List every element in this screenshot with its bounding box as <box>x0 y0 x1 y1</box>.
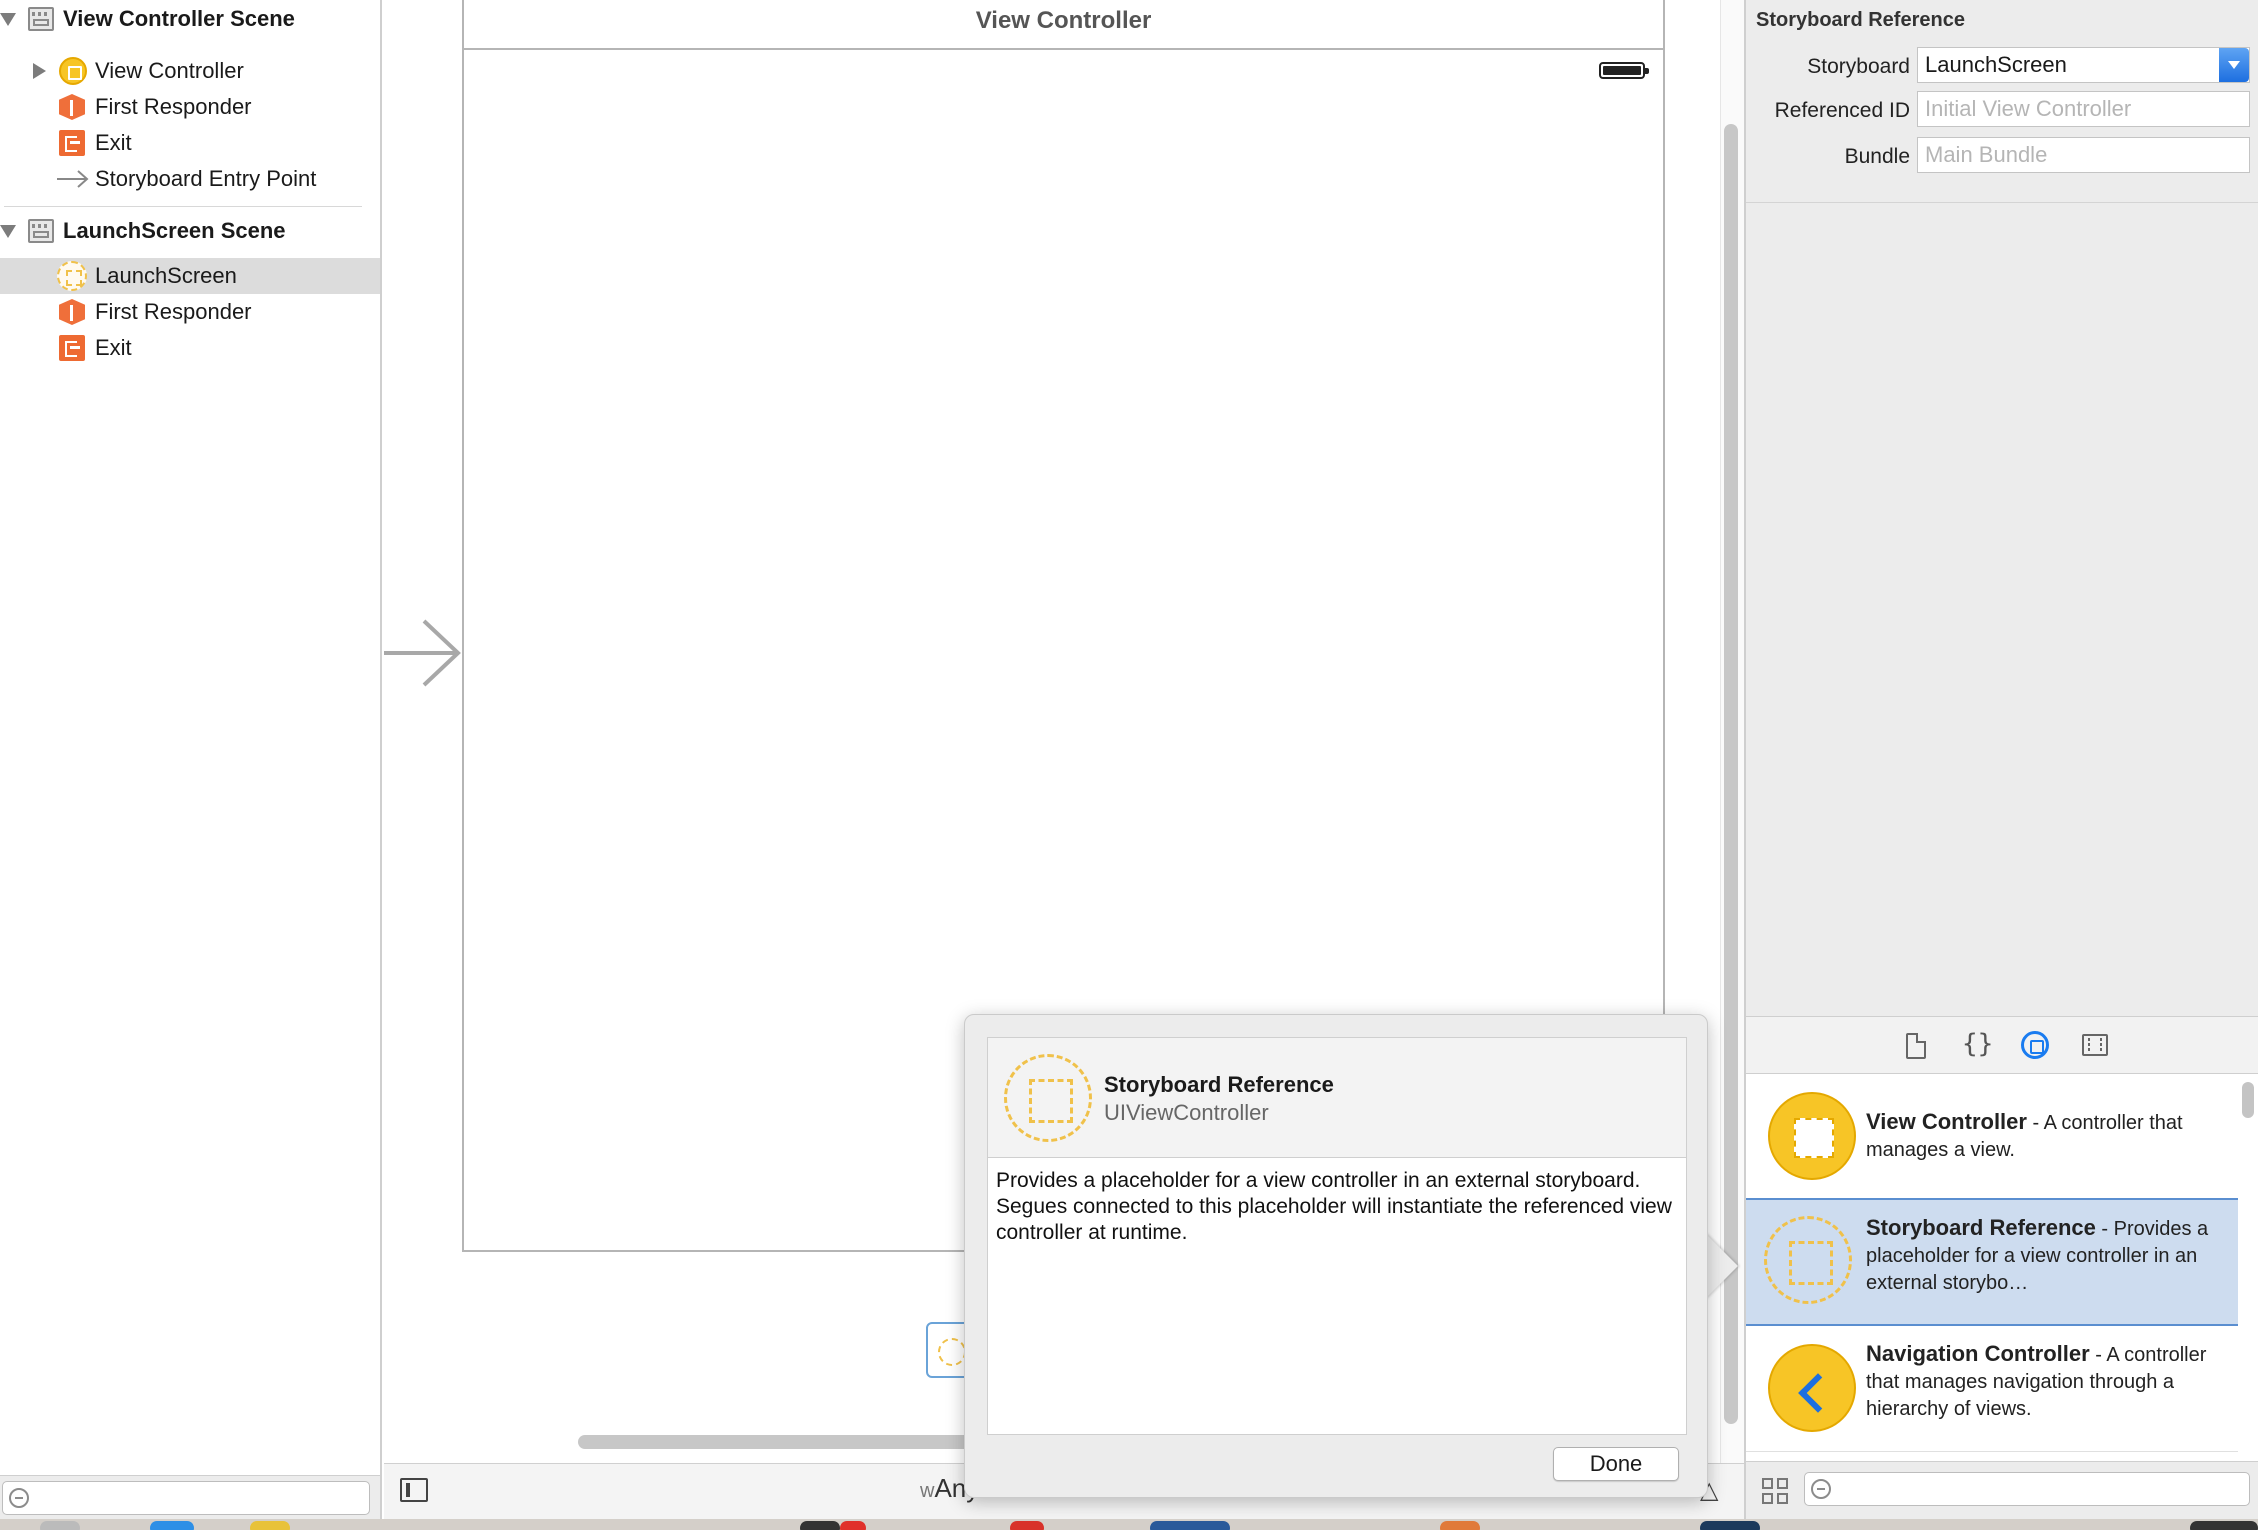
initial-entry-arrow-icon[interactable] <box>384 618 462 688</box>
dock-app-icon[interactable] <box>1440 1521 1480 1530</box>
object-library-list: View Controller - A controller that mana… <box>1744 1074 2258 1475</box>
done-button[interactable]: Done <box>1553 1447 1679 1481</box>
outline-scene-launchscreen[interactable]: LaunchScreen Scene <box>0 213 380 249</box>
first-responder-icon <box>59 94 85 120</box>
referenced-id-label: Referenced ID <box>1774 99 1910 122</box>
chevron-down-icon[interactable] <box>2219 48 2249 82</box>
dock-badge-icon <box>840 1521 866 1530</box>
outline-item-storyboard-entry-point[interactable]: Storyboard Entry Point <box>0 161 380 197</box>
library-item-name: Navigation Controller <box>1866 1341 2090 1366</box>
library-item-storyboard-reference[interactable]: Storyboard Reference - Provides a placeh… <box>1746 1198 2238 1326</box>
popover-subtitle: UIViewController <box>1104 1100 1269 1125</box>
library-item-name: View Controller <box>1866 1109 2027 1134</box>
referenced-id-field[interactable]: Initial View Controller <box>1917 91 2250 127</box>
dock-strip <box>0 1519 2258 1530</box>
first-responder-icon <box>59 299 85 325</box>
dock-app-icon[interactable] <box>800 1521 840 1530</box>
library-item-name: Storyboard Reference <box>1866 1215 2096 1240</box>
inspector-divider <box>1746 202 2258 203</box>
library-scroll-thumb[interactable] <box>2242 1082 2254 1118</box>
scene-title: LaunchScreen Scene <box>63 218 286 243</box>
file-template-icon[interactable] <box>1906 1033 1926 1059</box>
outline-filter-bar <box>0 1475 382 1519</box>
canvas-horizontal-scroll-thumb[interactable] <box>578 1435 998 1449</box>
library-item-text: Navigation Controller - A controller tha… <box>1866 1340 2226 1423</box>
inspector-section-title: Storyboard Reference <box>1756 9 1965 31</box>
storyboard-reference-icon <box>1764 1216 1852 1304</box>
storyboard-popup[interactable]: LaunchScreen <box>1917 47 2250 83</box>
storyboard-reference-icon <box>57 261 87 291</box>
navigation-controller-icon <box>1768 1344 1856 1432</box>
outline-item-view-controller[interactable]: View Controller <box>0 53 380 89</box>
scene-title-bar[interactable]: View Controller <box>464 0 1663 50</box>
exit-icon <box>59 130 85 156</box>
outline-item-exit[interactable]: Exit <box>0 125 380 161</box>
library-item-text: View Controller - A controller that mana… <box>1866 1108 2226 1164</box>
dock-badge-icon <box>1010 1521 1044 1530</box>
outline-item-label: First Responder <box>95 94 252 119</box>
popover-arrow <box>1704 1232 1738 1300</box>
exit-icon <box>59 335 85 361</box>
filter-icon <box>1811 1479 1831 1499</box>
toggle-outline-icon[interactable] <box>400 1478 428 1502</box>
canvas-vertical-scroll-thumb[interactable] <box>1724 124 1738 1424</box>
outline-item-first-responder[interactable]: First Responder <box>0 89 380 125</box>
referenced-id-placeholder: Initial View Controller <box>1925 96 2132 121</box>
object-library-icon[interactable] <box>2021 1031 2049 1059</box>
view-controller-icon <box>1768 1092 1856 1180</box>
outline-item-label: Storyboard Entry Point <box>95 166 317 191</box>
library-filter-field[interactable] <box>1804 1472 2250 1506</box>
attributes-inspector: Storyboard Reference Storyboard LaunchSc… <box>1744 0 2258 1016</box>
popover-header: Storyboard Reference UIViewController <box>987 1037 1687 1157</box>
view-controller-icon <box>59 57 87 85</box>
filter-icon <box>9 1488 29 1508</box>
library-tab-bar: {} <box>1744 1016 2258 1074</box>
dock-app-icon[interactable] <box>1150 1521 1230 1530</box>
dock-app-icon[interactable] <box>1700 1521 1760 1530</box>
outline-item-label: First Responder <box>95 299 252 324</box>
code-snippet-icon[interactable]: {} <box>1962 1031 1993 1059</box>
popover-description: Provides a placeholder for a view contro… <box>987 1157 1687 1435</box>
media-library-icon[interactable] <box>2082 1034 2108 1056</box>
dock-app-icon[interactable] <box>2190 1521 2258 1530</box>
document-outline: View Controller Scene View Controller Fi… <box>0 0 382 1475</box>
scene-icon <box>28 219 54 243</box>
outline-divider <box>4 206 362 207</box>
disclosure-expanded-icon[interactable] <box>0 225 16 238</box>
bundle-placeholder: Main Bundle <box>1925 142 2048 167</box>
outline-item-label: Exit <box>95 335 132 360</box>
entry-point-arrow-icon <box>57 170 89 188</box>
bundle-field[interactable]: Main Bundle <box>1917 137 2250 173</box>
library-item-text: Storyboard Reference - Provides a placeh… <box>1866 1214 2226 1297</box>
outline-item-label: View Controller <box>95 58 244 83</box>
storyboard-reference-icon <box>1004 1054 1092 1142</box>
outline-scene-view-controller[interactable]: View Controller Scene <box>0 1 380 37</box>
library-item-navigation-controller[interactable]: Navigation Controller - A controller tha… <box>1746 1326 2238 1452</box>
outline-item-label: LaunchScreen <box>95 263 237 288</box>
outline-item-launchscreen[interactable]: LaunchScreen <box>0 258 380 294</box>
outline-filter-field[interactable] <box>2 1481 370 1515</box>
disclosure-collapsed-icon[interactable] <box>33 63 46 79</box>
storyboard-label: Storyboard <box>1807 55 1910 78</box>
library-filter-bar <box>1744 1461 2258 1519</box>
storyboard-popup-value: LaunchScreen <box>1925 52 2067 77</box>
scene-icon <box>28 7 54 31</box>
bundle-label: Bundle <box>1844 145 1910 168</box>
size-class-width-prefix: w <box>920 1480 935 1502</box>
dock-app-icon[interactable] <box>250 1521 290 1530</box>
grid-view-icon[interactable] <box>1762 1478 1788 1504</box>
disclosure-expanded-icon[interactable] <box>0 13 16 26</box>
battery-icon <box>1599 62 1649 79</box>
outline-item-label: Exit <box>95 130 132 155</box>
dock-app-icon[interactable] <box>150 1521 194 1530</box>
library-item-view-controller[interactable]: View Controller - A controller that mana… <box>1746 1074 2238 1200</box>
library-detail-popover: Storyboard Reference UIViewController Pr… <box>964 1014 1708 1498</box>
scene-title: View Controller Scene <box>63 6 295 31</box>
outline-item-exit[interactable]: Exit <box>0 330 380 366</box>
popover-title: Storyboard Reference <box>1104 1072 1334 1097</box>
outline-item-first-responder[interactable]: First Responder <box>0 294 380 330</box>
dock-app-icon[interactable] <box>40 1521 80 1530</box>
